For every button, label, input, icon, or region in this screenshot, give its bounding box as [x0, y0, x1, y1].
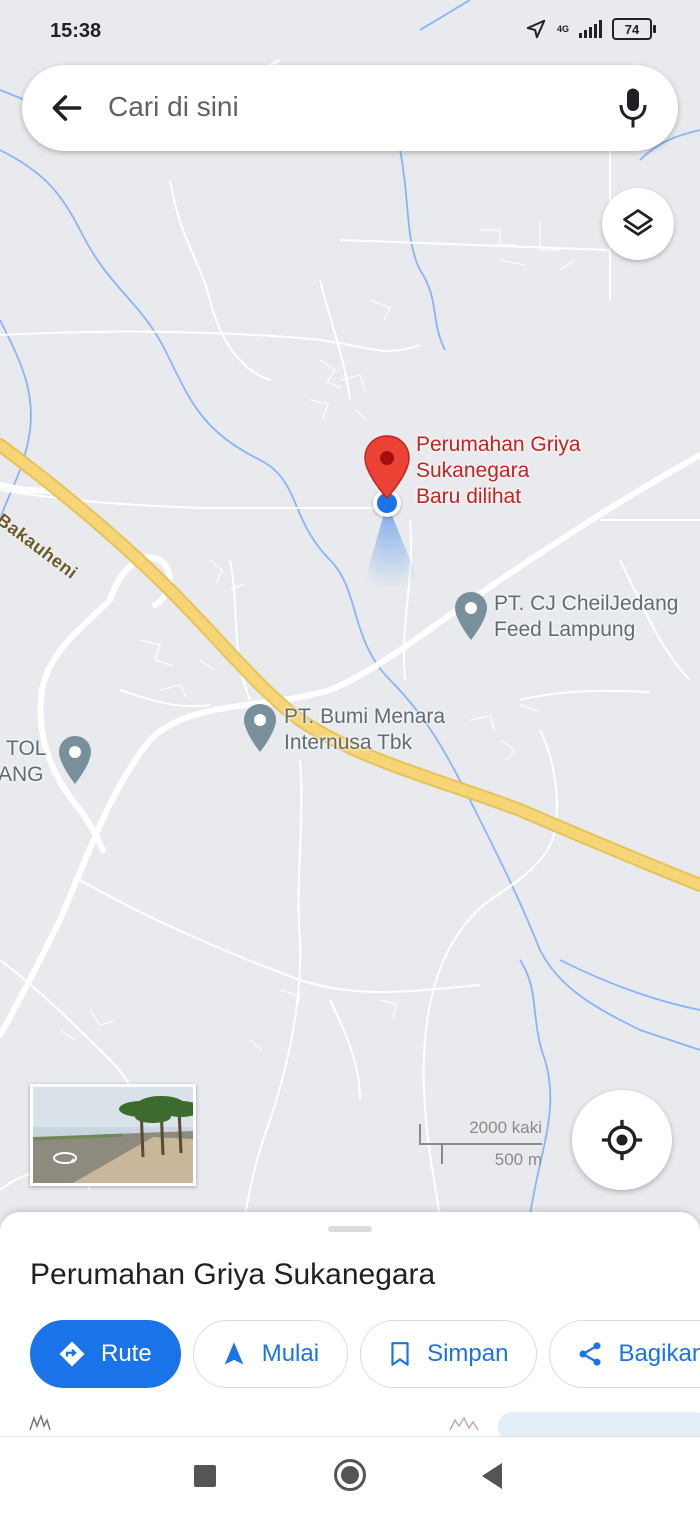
search-input[interactable]: Cari di sini: [108, 91, 239, 123]
poi-bumi-line2: Internusa Tbk: [284, 731, 413, 754]
start-button[interactable]: Mulai: [192, 1320, 349, 1388]
scale-imperial: 2000 kaki: [469, 1118, 542, 1137]
selected-place-pin-icon[interactable]: [362, 434, 412, 500]
poi-pin-icon: [59, 736, 91, 784]
start-label: Mulai: [261, 1340, 320, 1367]
poi-cj-line1: PT. CJ CheilJedang: [494, 592, 679, 615]
place-bottom-sheet[interactable]: Perumahan Griya Sukanegara Rute Mulai Si…: [0, 1212, 700, 1437]
back-button[interactable]: [482, 1463, 502, 1489]
scale-bar: 2000 kaki 500 m: [418, 1118, 548, 1169]
recents-button[interactable]: [194, 1465, 216, 1487]
poi-tol-line2: ANG: [0, 763, 44, 786]
system-nav-bar: [0, 1436, 700, 1519]
action-chips: Rute Mulai Simpan Bagikan: [30, 1320, 700, 1388]
directions-label: Rute: [101, 1340, 152, 1367]
location-arrow-icon: [526, 19, 546, 39]
sheet-drag-handle[interactable]: [328, 1226, 372, 1232]
directions-icon: [59, 1341, 85, 1367]
selected-place-name-line1: Perumahan Griya: [416, 433, 581, 456]
battery-level: 74: [624, 21, 640, 37]
network-type: 4G: [556, 23, 569, 34]
battery-icon: 74: [612, 18, 656, 40]
selected-place-name-line2: Sukanegara: [416, 459, 530, 482]
selected-place-label[interactable]: Perumahan Griya Sukanegara Baru dilihat: [416, 432, 581, 510]
street-view-thumbnail[interactable]: [30, 1084, 196, 1186]
status-bar: 15:38 4G 74: [0, 0, 700, 60]
mic-icon[interactable]: [618, 87, 648, 129]
share-label: Bagikan: [618, 1340, 700, 1367]
search-bar[interactable]: Cari di sini: [22, 65, 678, 151]
poi-bumi-line1: PT. Bumi Menara: [284, 705, 446, 728]
poi-pin-icon: [244, 704, 276, 752]
street-view-360-icon: [53, 1152, 77, 1164]
poi-pin-icon: [455, 592, 487, 640]
home-button[interactable]: [334, 1459, 366, 1491]
back-arrow-icon[interactable]: [48, 89, 86, 127]
signal-icon: [579, 20, 602, 38]
share-icon: [579, 1342, 601, 1366]
selected-place-subtitle: Baru dilihat: [416, 485, 522, 508]
poi-cj-line2: Feed Lampung: [494, 618, 636, 641]
scale-metric: 500 m: [494, 1150, 542, 1169]
directions-button[interactable]: Rute: [30, 1320, 181, 1388]
save-button[interactable]: Simpan: [360, 1320, 538, 1388]
save-label: Simpan: [427, 1340, 509, 1367]
navigation-arrow-icon: [224, 1342, 244, 1365]
map-canvas[interactable]: Perumahan Griya Sukanegara Baru dilihat …: [0, 0, 700, 1215]
layers-icon: [623, 209, 653, 236]
crosshair-icon: [601, 1119, 643, 1161]
bookmark-icon: [391, 1342, 409, 1366]
place-title: Perumahan Griya Sukanegara: [30, 1258, 436, 1291]
my-location-button[interactable]: [572, 1090, 672, 1190]
status-time: 15:38: [50, 20, 102, 42]
poi-tol-line1: TOL: [6, 737, 47, 760]
photo-strip-peek: [0, 1408, 700, 1437]
share-button[interactable]: Bagikan: [549, 1320, 700, 1388]
map-layers-button[interactable]: [602, 188, 674, 260]
